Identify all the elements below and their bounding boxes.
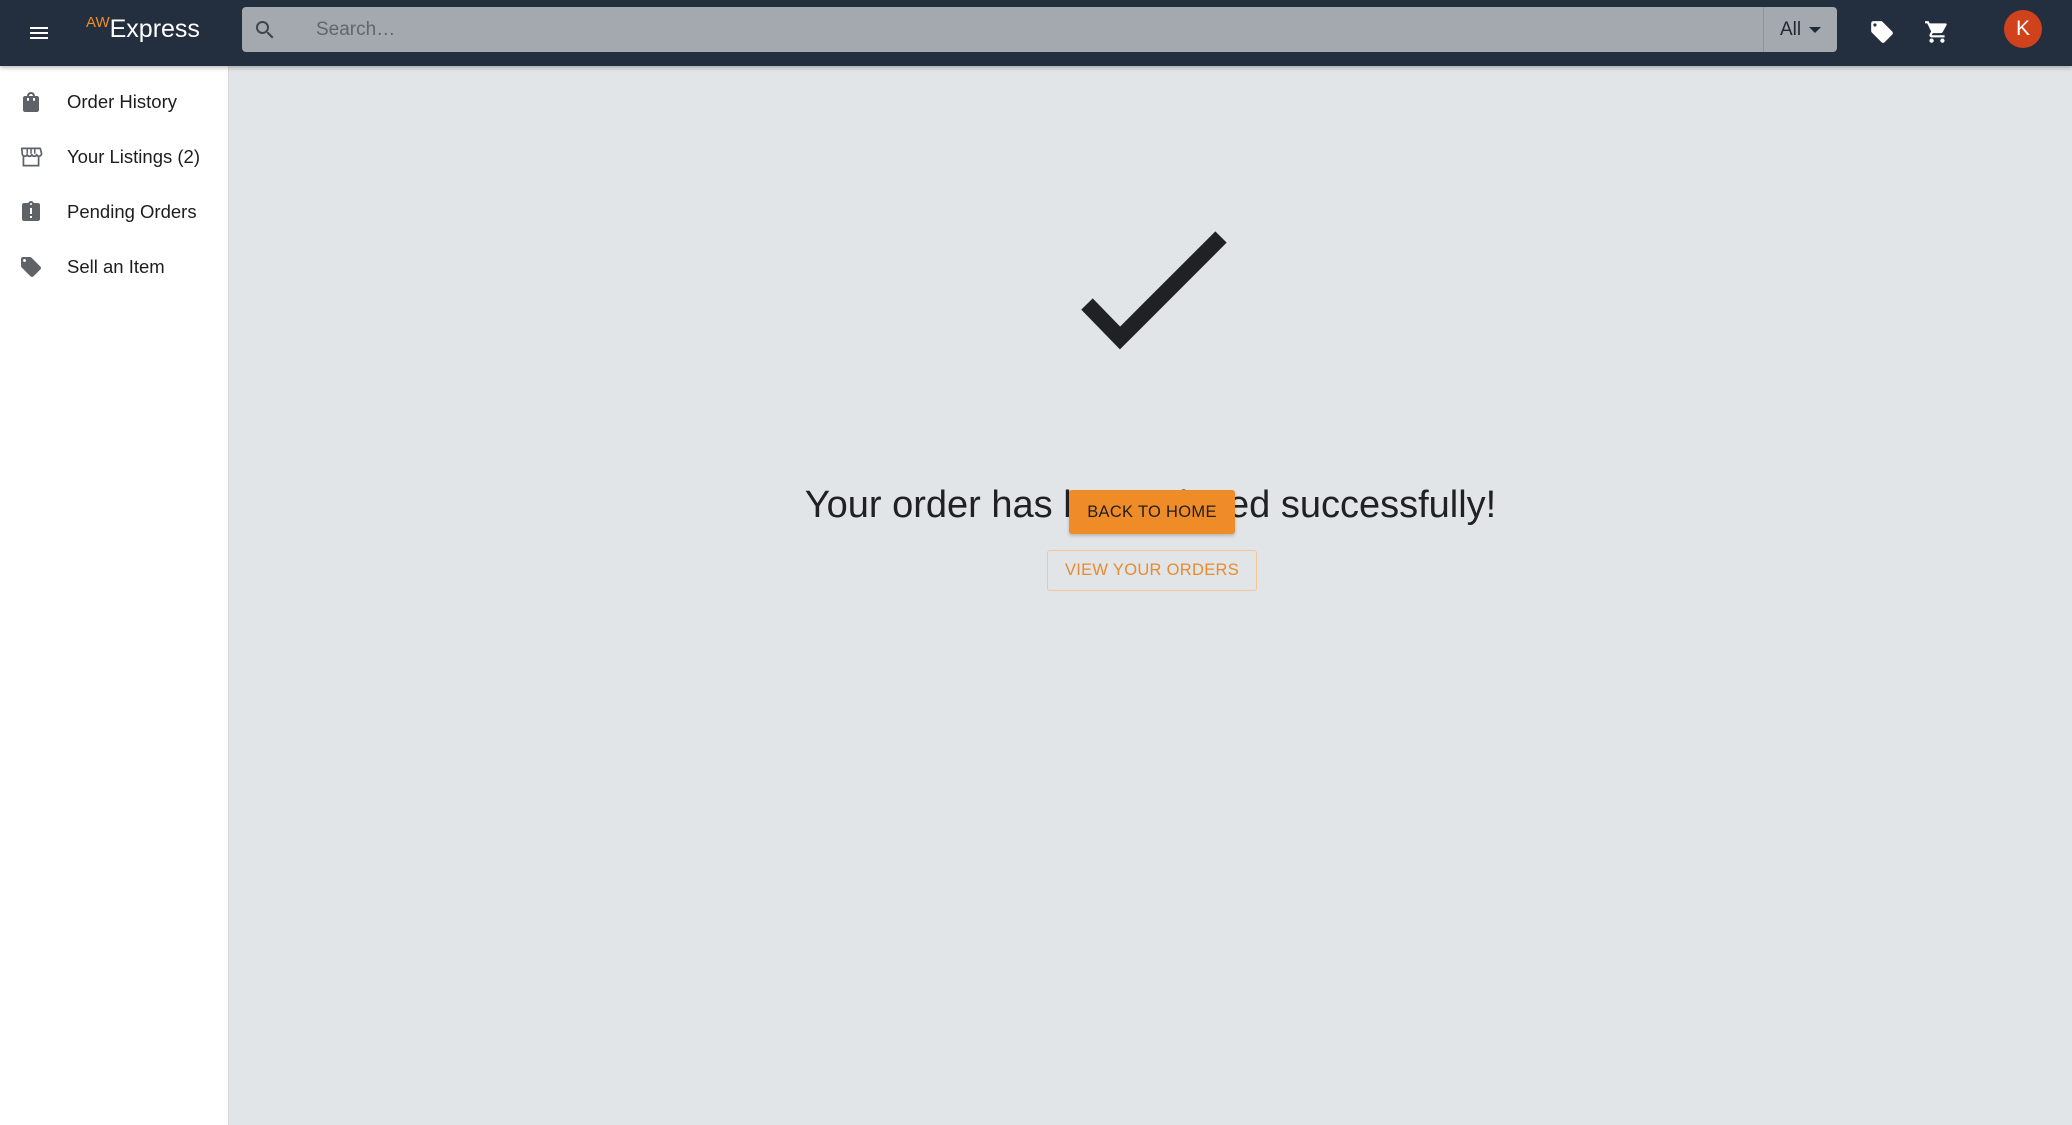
storefront-icon (20, 146, 43, 167)
chevron-down-icon (1809, 26, 1822, 33)
sidebar-item-your-listings[interactable]: Your Listings (2) (0, 129, 228, 184)
tag-icon (1871, 21, 1893, 43)
sidebar-item-label: Your Listings (2) (67, 145, 200, 167)
back-to-home-button[interactable]: BACK TO HOME (1069, 490, 1235, 534)
shopping-bag-icon (23, 91, 39, 112)
app-logo[interactable]: AWExpress (86, 12, 200, 50)
clipboard-alert-icon (22, 200, 40, 221)
search-input[interactable] (288, 7, 1763, 52)
top-app-bar: AWExpress All K (0, 0, 2072, 66)
checkmark-icon (1081, 231, 1227, 350)
tag-icon (21, 256, 41, 277)
sidebar-item-label: Pending Orders (67, 200, 197, 222)
sidebar-item-sell-an-item[interactable]: Sell an Item (0, 239, 228, 294)
sidebar-item-label: Sell an Item (67, 255, 165, 277)
sidebar-item-pending-orders[interactable]: Pending Orders (0, 184, 228, 239)
sidebar-item-label: Order History (67, 90, 177, 112)
view-your-orders-button[interactable]: VIEW YOUR ORDERS (1047, 550, 1257, 591)
search-category-value: All (1779, 18, 1802, 40)
logo-super: AW (86, 14, 110, 31)
shopping-cart-icon (1925, 21, 1947, 43)
menu-button[interactable] (18, 12, 60, 54)
deals-button[interactable] (1858, 8, 1906, 56)
sidebar: Order History Your Listings (2) Pending … (0, 66, 229, 1125)
search-category-select[interactable]: All (1763, 7, 1837, 52)
logo-name: Express (109, 15, 200, 43)
cart-button[interactable] (1913, 8, 1961, 56)
user-avatar[interactable]: K (2004, 10, 2042, 48)
hamburger-menu-icon (30, 27, 48, 39)
search-bar: All (242, 7, 1837, 52)
sidebar-item-order-history[interactable]: Order History (0, 74, 228, 129)
main-content: Your order has been placed successfully!… (229, 66, 2072, 1125)
search-icon[interactable] (242, 7, 288, 52)
